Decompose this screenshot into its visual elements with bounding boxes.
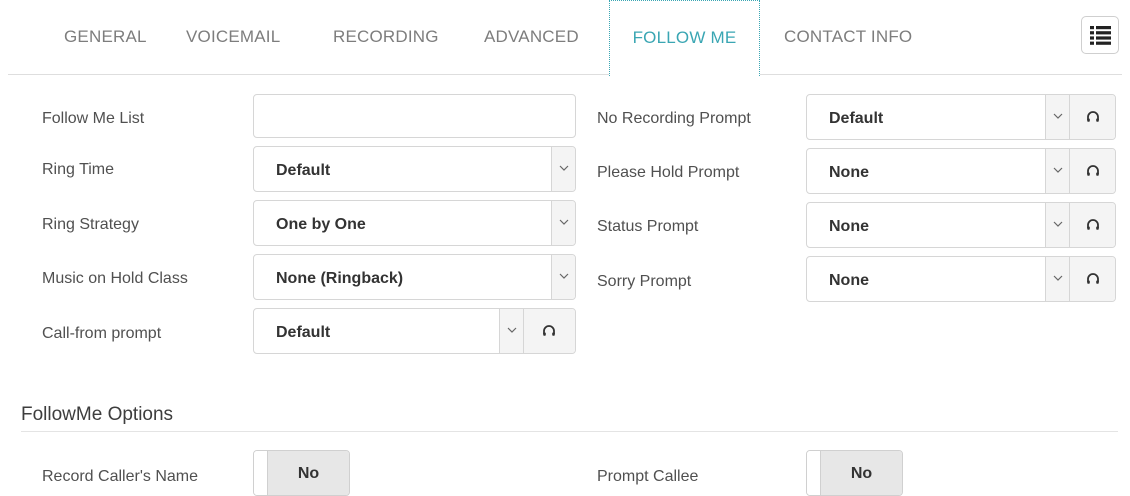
music-on-hold-value: None (Ringback): [276, 270, 404, 287]
ring-strategy-dropdown[interactable]: [551, 201, 575, 245]
no-recording-prompt-select[interactable]: Default: [806, 94, 1116, 140]
sorry-prompt-select[interactable]: None: [806, 256, 1116, 302]
headphones-icon: [1087, 219, 1099, 230]
chevron-down-icon: [1053, 221, 1063, 227]
ring-strategy-select[interactable]: One by One: [253, 200, 576, 246]
music-on-hold-dropdown[interactable]: [551, 255, 575, 299]
ring-time-value: Default: [276, 162, 331, 179]
no-recording-prompt-play-button[interactable]: [1069, 95, 1115, 139]
record-callers-name-toggle[interactable]: No: [253, 450, 350, 496]
section-divider: [21, 431, 1118, 432]
prompt-callee-state: No: [821, 451, 902, 495]
chevron-down-icon: [1053, 113, 1063, 119]
prompt-callee-label: Prompt Callee: [597, 468, 699, 485]
chevron-down-icon: [1053, 167, 1063, 173]
follow-me-list-label: Follow Me List: [42, 110, 145, 127]
music-on-hold-label: Music on Hold Class: [42, 270, 188, 287]
headphones-icon: [1087, 111, 1099, 122]
ring-time-select[interactable]: Default: [253, 146, 576, 192]
no-recording-prompt-dropdown[interactable]: [1045, 95, 1069, 139]
record-callers-name-state: No: [268, 451, 349, 495]
menu-button[interactable]: [1081, 16, 1119, 54]
please-hold-prompt-label: Please Hold Prompt: [597, 164, 740, 181]
sorry-prompt-play-button[interactable]: [1069, 257, 1115, 301]
music-on-hold-select[interactable]: None (Ringback): [253, 254, 576, 300]
status-prompt-label: Status Prompt: [597, 218, 699, 235]
status-prompt-play-button[interactable]: [1069, 203, 1115, 247]
toggle-knob: [254, 451, 268, 495]
tab-advanced[interactable]: ADVANCED: [484, 0, 579, 75]
chevron-down-icon: [559, 219, 569, 225]
please-hold-prompt-dropdown[interactable]: [1045, 149, 1069, 193]
call-from-prompt-label: Call-from prompt: [42, 325, 162, 342]
chevron-down-icon: [507, 327, 517, 333]
status-prompt-dropdown[interactable]: [1045, 203, 1069, 247]
no-recording-prompt-label: No Recording Prompt: [597, 110, 751, 127]
list-icon: [1090, 26, 1111, 45]
chevron-down-icon: [559, 273, 569, 279]
headphones-icon: [1087, 165, 1099, 176]
tab-follow-me[interactable]: FOLLOW ME: [609, 0, 760, 76]
tab-recording[interactable]: RECORDING: [333, 0, 439, 75]
tab-voicemail[interactable]: VOICEMAIL: [186, 0, 280, 75]
sorry-prompt-dropdown[interactable]: [1045, 257, 1069, 301]
prompt-callee-toggle[interactable]: No: [806, 450, 903, 496]
ring-time-label: Ring Time: [42, 161, 115, 178]
please-hold-prompt-select[interactable]: None: [806, 148, 1116, 194]
chevron-down-icon: [1053, 275, 1063, 281]
ring-strategy-label: Ring Strategy: [42, 216, 139, 233]
call-from-prompt-play-button[interactable]: [523, 309, 575, 353]
call-from-prompt-select[interactable]: Default: [253, 308, 576, 354]
follow-me-list-input[interactable]: [253, 94, 576, 138]
no-recording-prompt-value: Default: [829, 110, 884, 127]
call-from-prompt-value: Default: [276, 324, 331, 341]
followme-options-title: FollowMe Options: [21, 404, 174, 425]
ring-strategy-value: One by One: [276, 216, 366, 233]
call-from-prompt-dropdown[interactable]: [499, 309, 523, 353]
sorry-prompt-label: Sorry Prompt: [597, 273, 692, 290]
please-hold-prompt-play-button[interactable]: [1069, 149, 1115, 193]
headphones-icon: [543, 325, 555, 336]
tab-contact-info[interactable]: CONTACT INFO: [784, 0, 912, 75]
please-hold-prompt-value: None: [829, 164, 869, 181]
tab-general[interactable]: GENERAL: [64, 0, 147, 75]
status-prompt-value: None: [829, 218, 869, 235]
ring-time-dropdown[interactable]: [551, 147, 575, 191]
sorry-prompt-value: None: [829, 272, 869, 289]
toggle-knob: [807, 451, 821, 495]
headphones-icon: [1087, 273, 1099, 284]
record-callers-name-label: Record Caller's Name: [42, 468, 198, 485]
chevron-down-icon: [559, 165, 569, 171]
status-prompt-select[interactable]: None: [806, 202, 1116, 248]
tab-bar: GENERAL VOICEMAIL RECORDING ADVANCED FOL…: [8, 0, 1122, 76]
